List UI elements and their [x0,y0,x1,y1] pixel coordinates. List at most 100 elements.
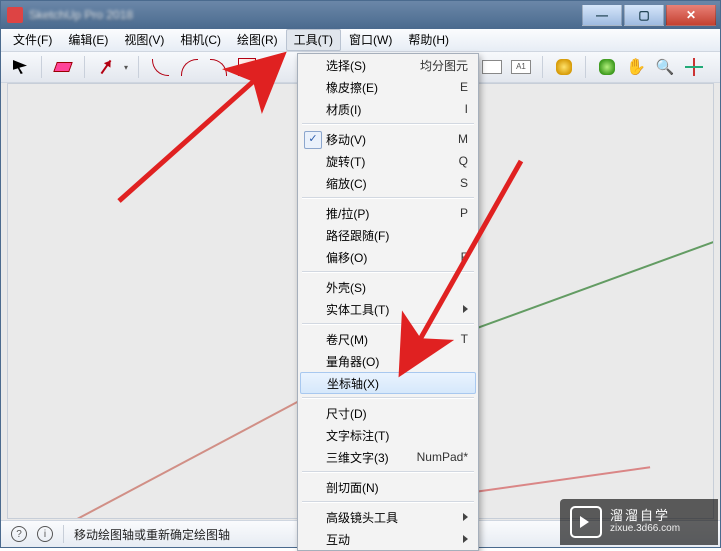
menu-item-shortcut: M [458,132,468,146]
material-button[interactable] [551,54,577,80]
toolbar-separator [138,56,139,78]
menu-item-3dtext[interactable]: 三维文字(3) NumPad* [298,446,478,468]
menu-item-label: 卷尺(M) [326,331,368,348]
menu-item-text[interactable]: 文字标注(T) [298,424,478,446]
menu-separator [302,501,474,503]
toolbar-separator [585,56,586,78]
menu-separator [302,397,474,399]
menu-item-label: 高级镜头工具 [326,509,398,526]
menu-item-eraser[interactable]: 橡皮擦(E) E [298,76,478,98]
arc3-tool-button[interactable] [205,54,231,80]
menu-separator [302,123,474,125]
menu-item-select[interactable]: 选择(S)均分图元 [298,54,478,76]
menu-edit[interactable]: 编辑(E) [60,29,116,51]
menu-item-axes[interactable]: 坐标轴(X) [300,372,476,394]
pencil-icon [101,60,112,74]
arc-icon [181,59,198,76]
rectangle-icon [238,58,256,76]
axes-icon [686,59,702,75]
sphere-yellow-icon [556,59,572,75]
arc1-tool-button[interactable] [147,54,173,80]
sphere-green-icon [599,59,615,75]
menu-window[interactable]: 窗口(W) [341,29,400,51]
menu-item-shortcut: S [460,176,468,190]
swatch-button[interactable] [479,54,505,80]
menu-tools[interactable]: 工具(T) [286,29,341,51]
minimize-button[interactable]: — [582,5,622,26]
submenu-arrow-icon [463,305,472,313]
menu-item-shortcut: NumPad* [417,450,468,464]
menu-camera[interactable]: 相机(C) [172,29,229,51]
menu-file[interactable]: 文件(F) [5,29,60,51]
zoom-button[interactable]: 🔍 [652,54,678,80]
hand-icon: ✋ [626,57,646,77]
menu-item-shortcut: T [461,332,468,346]
rect-tool-button[interactable] [234,54,260,80]
menu-item-protractor[interactable]: 量角器(O) [298,350,478,372]
a1-button[interactable]: A1 [508,54,534,80]
menu-view[interactable]: 视图(V) [116,29,172,51]
menu-item-label: 尺寸(D) [326,405,367,422]
axes-button[interactable] [681,54,707,80]
menu-item-interact[interactable]: 互动 [298,528,478,550]
status-text: 移动绘图轴或重新确定绘图轴 [74,526,230,543]
watermark-badge: 溜溜自学 zixue.3d66.com [560,499,718,545]
menu-item-label: 外壳(S) [326,279,366,296]
menu-item-label: 材质(I) [326,101,361,118]
pencil-tool-button[interactable] [93,54,119,80]
close-button[interactable]: ✕ [666,5,716,26]
menu-item-shortcut: E [460,80,468,94]
arc-icon [152,59,169,76]
orbit-button[interactable] [594,54,620,80]
menu-item-label: 互动 [326,531,350,548]
menu-item-shortcut: P [460,206,468,220]
menu-item-solid-tools[interactable]: 实体工具(T) [298,298,478,320]
swatch-icon [482,60,502,74]
menu-separator [302,271,474,273]
menu-separator [302,471,474,473]
menu-item-followme[interactable]: 路径跟随(F) [298,224,478,246]
menu-item-material[interactable]: 材质(I)I [298,98,478,120]
pan-button[interactable]: ✋ [623,54,649,80]
menu-item-label: 偏移(O) [326,249,367,266]
menu-item-advanced-camera[interactable]: 高级镜头工具 [298,506,478,528]
shape-dropdown-icon[interactable]: ▾ [263,63,271,72]
menu-item-rotate[interactable]: 旋转(T)Q [298,150,478,172]
menu-item-dimensions[interactable]: 尺寸(D) [298,402,478,424]
eraser-tool-button[interactable] [50,54,76,80]
cursor-icon [13,60,27,74]
pencil-dropdown-icon[interactable]: ▾ [122,63,130,72]
tools-dropdown-menu: 选择(S)均分图元 橡皮擦(E)E 材质(I)I ✓移动(V)M 旋转(T)Q … [297,53,479,551]
maximize-button[interactable]: ▢ [624,5,664,26]
menu-item-label: 三维文字(3) [326,449,389,466]
select-tool-button[interactable] [7,54,33,80]
menu-item-shortcut: Q [459,154,468,168]
window-controls: — ▢ ✕ [580,5,716,25]
menu-item-label: 路径跟随(F) [326,227,389,244]
play-icon [570,506,602,538]
menu-help[interactable]: 帮助(H) [400,29,457,51]
menu-item-label: 坐标轴(X) [327,375,379,392]
app-window: SketchUp Pro 2018 — ▢ ✕ 文件(F) 编辑(E) 视图(V… [0,0,721,548]
menu-item-move[interactable]: ✓移动(V)M [298,128,478,150]
help-icon[interactable]: ? [11,526,27,542]
menu-item-offset[interactable]: 偏移(O)F [298,246,478,268]
menu-item-label: 橡皮擦(E) [326,79,378,96]
menubar: 文件(F) 编辑(E) 视图(V) 相机(C) 绘图(R) 工具(T) 窗口(W… [1,29,720,52]
menu-draw[interactable]: 绘图(R) [229,29,286,51]
menu-item-tape[interactable]: 卷尺(M) T [298,328,478,350]
info-icon[interactable]: i [37,526,53,542]
menu-item-pushpull[interactable]: 推/拉(P) P [298,202,478,224]
menu-item-label: 推/拉(P) [326,205,369,222]
menu-item-outer-shell[interactable]: 外壳(S) [298,276,478,298]
arc2-tool-button[interactable] [176,54,202,80]
window-title: SketchUp Pro 2018 [29,8,133,22]
watermark-line2: zixue.3d66.com [610,523,680,535]
menu-item-label: 实体工具(T) [326,301,389,318]
menu-item-label: 移动(V) [326,131,366,148]
a1-icon: A1 [511,60,531,74]
menu-item-scale[interactable]: 缩放(C)S [298,172,478,194]
menu-item-label: 量角器(O) [326,353,379,370]
menu-item-section[interactable]: 剖切面(N) [298,476,478,498]
menu-item-label: 文字标注(T) [326,427,389,444]
